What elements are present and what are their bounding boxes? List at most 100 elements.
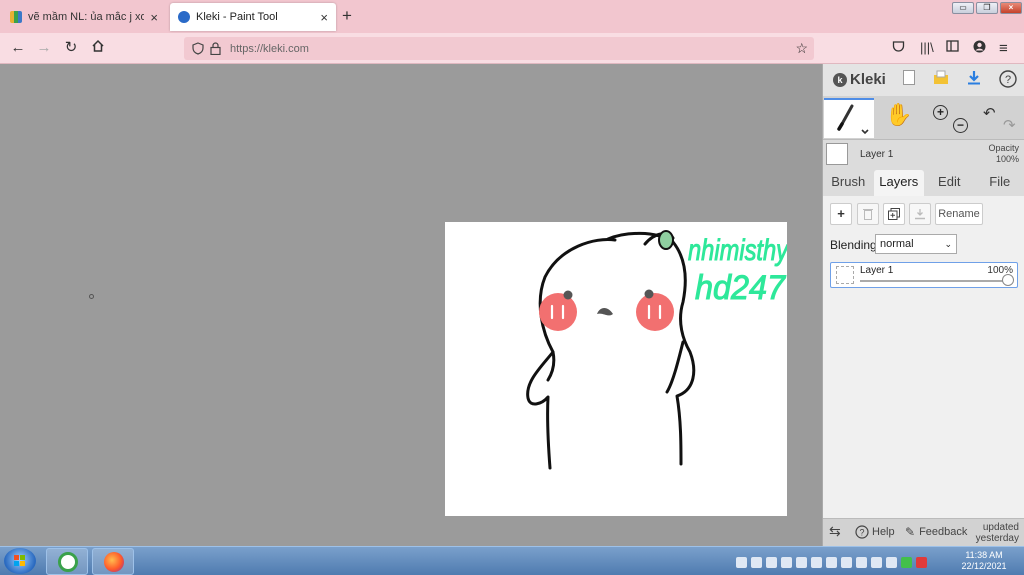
shield-icon[interactable]	[192, 42, 204, 58]
window-maximize-button[interactable]: ❐	[976, 2, 998, 14]
kleki-favicon-icon	[178, 11, 190, 23]
back-arrow-icon[interactable]: ←	[8, 39, 28, 57]
tray-flag2-icon[interactable]	[886, 556, 897, 568]
tool-row: ✋ + − ↶ ↷	[823, 96, 1024, 140]
add-layer-button[interactable]: +	[830, 203, 852, 225]
rename-layer-button[interactable]: Rename	[935, 203, 983, 225]
layer-list-item[interactable]: Layer 1 100%	[830, 262, 1018, 288]
tray-keyboard-icon[interactable]	[781, 556, 792, 568]
tray-flag-icon[interactable]	[871, 556, 882, 568]
current-layer-info: Layer 1 Opacity 100%	[823, 140, 1024, 170]
system-tray	[736, 553, 956, 571]
zoom-out-icon[interactable]: −	[953, 118, 968, 133]
canvas-drawing: nhimisthy hd247	[526, 230, 790, 470]
merge-layer-icon[interactable]	[909, 203, 931, 225]
layers-tab-content: + Rename Blending normal ⌄ Layer 1 100%	[823, 196, 1024, 518]
browser-tab-kleki[interactable]: Kleki - Paint Tool ×	[170, 3, 336, 31]
canvas-text-line2: hd247	[695, 269, 786, 307]
site-favicon-icon	[10, 11, 22, 23]
tab-edit[interactable]: Edit	[924, 170, 975, 196]
tab-close-icon[interactable]: ×	[320, 10, 328, 25]
system-clock[interactable]: 11:38 AM 22/12/2021	[956, 550, 1012, 572]
opacity-readout: Opacity 100%	[988, 143, 1019, 165]
window-close-button[interactable]: ×	[1000, 2, 1022, 14]
windows-logo-icon	[14, 555, 25, 566]
tab-close-icon[interactable]: ×	[150, 10, 158, 25]
download-icon[interactable]	[964, 70, 984, 90]
layer-opacity-slider-handle[interactable]	[1002, 274, 1014, 286]
app-circle-icon	[58, 552, 78, 572]
zoom-in-icon[interactable]: +	[933, 105, 948, 120]
svg-text:?: ?	[1005, 74, 1011, 86]
library-icon[interactable]: |||\	[920, 40, 934, 55]
bookmark-star-icon[interactable]: ☆	[795, 40, 808, 57]
clock-date: 22/12/2021	[961, 561, 1007, 571]
tray-teams-icon[interactable]	[751, 556, 762, 568]
layer-thumbnail	[826, 143, 848, 165]
drawing-canvas[interactable]: nhimisthy hd247	[445, 222, 790, 516]
feedback-icon: ✎	[905, 525, 916, 539]
home-icon[interactable]	[88, 39, 108, 58]
start-button[interactable]	[4, 548, 36, 574]
kleki-side-panel: k Kleki ? ✋ + − ↶ ↷ Layer 1 Opacity 100%…	[822, 64, 1024, 546]
tray-usb-icon[interactable]	[826, 556, 837, 568]
hand-tool-icon[interactable]: ✋	[879, 102, 919, 132]
feedback-link[interactable]: ✎ Feedback	[905, 525, 967, 539]
tab-brush[interactable]: Brush	[823, 170, 874, 196]
updated-text: updated yesterday	[975, 522, 1019, 544]
tray-antivirus-icon[interactable]	[916, 556, 927, 568]
menu-icon[interactable]: ≡	[999, 40, 1008, 57]
layer-opacity-slider-track[interactable]	[860, 280, 1010, 282]
help-label: Help	[872, 526, 895, 538]
import-image-icon[interactable]	[931, 70, 951, 90]
layer-item-thumbnail	[836, 266, 854, 284]
brush-icon	[837, 104, 869, 135]
tray-network-icon[interactable]	[841, 556, 852, 568]
duplicate-layer-icon[interactable]	[883, 203, 905, 225]
tray-bluetooth-icon[interactable]	[796, 556, 807, 568]
new-tab-button[interactable]: +	[342, 6, 352, 26]
taskbar-app-firefox[interactable]	[92, 548, 134, 575]
tray-device-icon[interactable]	[811, 556, 822, 568]
lock-icon[interactable]	[210, 42, 221, 58]
tray-app-icon[interactable]	[766, 556, 777, 568]
tray-volume-icon[interactable]	[856, 556, 867, 568]
feedback-label: Feedback	[919, 526, 968, 538]
blending-mode-select[interactable]: normal ⌄	[875, 234, 957, 254]
tray-green-icon[interactable]	[901, 556, 912, 568]
pocket-icon[interactable]	[892, 40, 905, 56]
sidebar-icon[interactable]	[946, 40, 959, 55]
reload-icon[interactable]: ↻	[61, 39, 81, 57]
brush-tool-button[interactable]	[824, 98, 874, 138]
help-icon[interactable]: ?	[998, 70, 1018, 90]
blending-mode-value: normal	[880, 238, 914, 250]
swap-sides-icon[interactable]: ⇆	[829, 523, 841, 540]
address-bar[interactable]: https://kleki.com ☆	[184, 37, 814, 60]
window-minimize-button[interactable]: ▭	[952, 2, 974, 14]
browser-tab-bar: vẽ mầm NL: ủa mắc j xoá ctrl cũ × Kleki …	[0, 0, 1024, 33]
new-image-icon[interactable]	[899, 70, 919, 90]
account-icon[interactable]	[973, 40, 986, 56]
delete-layer-icon[interactable]	[857, 203, 879, 225]
current-layer-name: Layer 1	[860, 149, 894, 160]
taskbar: 11:38 AM 22/12/2021	[0, 546, 1024, 575]
undo-icon[interactable]: ↶	[983, 104, 996, 122]
tab-file[interactable]: File	[975, 170, 1024, 196]
firefox-icon	[104, 552, 124, 572]
browser-nav-bar: ← → ↻ https://kleki.com ☆ |||\ ≡	[0, 33, 1024, 64]
url-text: https://kleki.com	[230, 42, 309, 55]
canvas-text-line1: nhimisthy	[688, 234, 787, 267]
forward-arrow-icon[interactable]: →	[34, 39, 54, 57]
help-link[interactable]: ? Help	[855, 525, 895, 539]
browser-tab-drawing[interactable]: vẽ mầm NL: ủa mắc j xoá ctrl cũ ×	[2, 3, 166, 31]
chevron-down-icon: ⌄	[944, 239, 952, 249]
kleki-logo[interactable]: k Kleki	[833, 71, 886, 88]
tray-chat-icon[interactable]	[736, 556, 747, 568]
brush-cursor	[89, 294, 94, 299]
tab-layers[interactable]: Layers	[873, 170, 924, 196]
svg-text:?: ?	[859, 528, 864, 538]
taskbar-app-sketch[interactable]	[46, 548, 88, 575]
panel-footer: ⇆ ? Help ✎ Feedback updated yesterday	[823, 518, 1024, 546]
redo-icon[interactable]: ↷	[1003, 116, 1016, 134]
panel-header: k Kleki ?	[823, 64, 1024, 96]
